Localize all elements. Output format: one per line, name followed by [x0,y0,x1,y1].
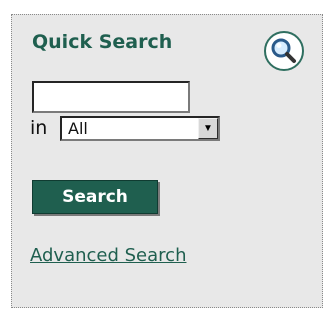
chevron-down-icon[interactable]: ▼ [198,118,218,139]
panel-title: Quick Search [32,31,173,53]
scope-select-value: All [68,119,88,138]
quick-search-icon-button[interactable] [264,31,304,71]
scope-label: in [30,117,48,139]
search-input[interactable] [32,81,190,113]
search-button[interactable]: Search [32,180,158,214]
magnifier-icon [271,38,296,63]
quick-search-panel: Quick Search in All ▼ Search Advanced Se… [11,14,323,308]
advanced-search-link[interactable]: Advanced Search [30,245,186,266]
scope-select[interactable]: All ▼ [60,116,220,141]
